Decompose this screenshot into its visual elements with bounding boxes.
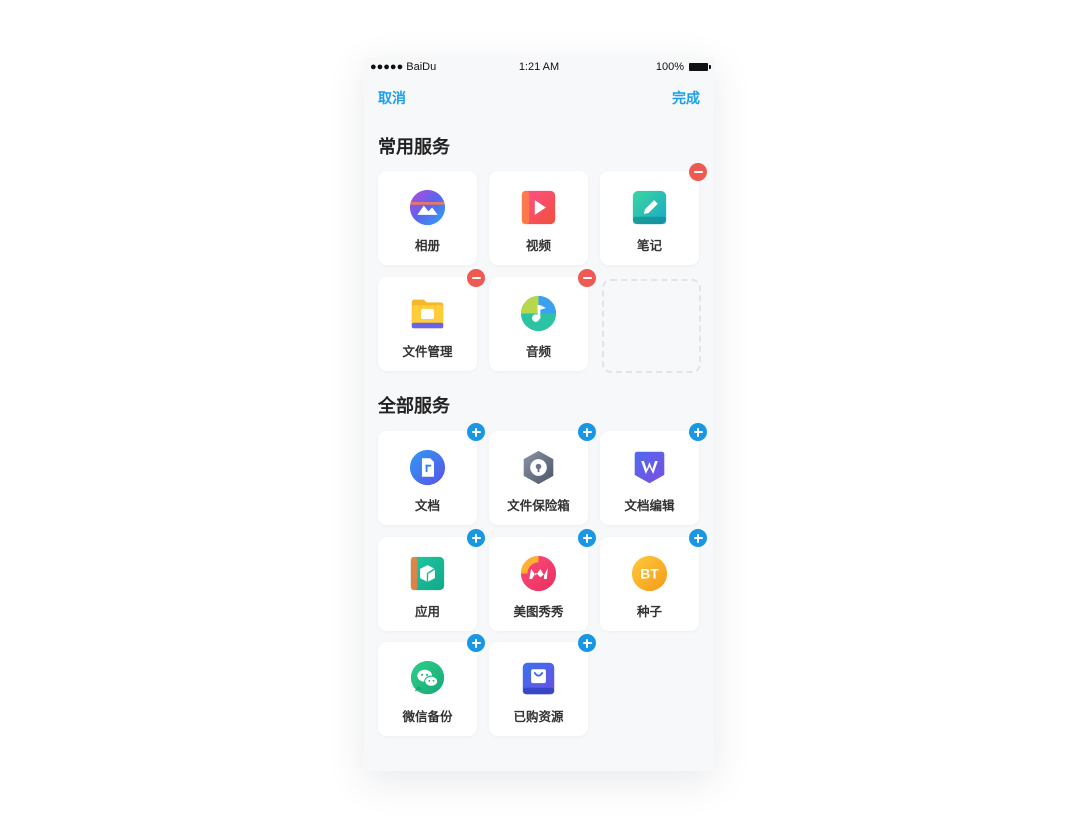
service-tile-apps[interactable]: 应用 bbox=[378, 529, 485, 631]
cancel-button[interactable]: 取消 bbox=[378, 88, 406, 108]
service-label: 已购资源 bbox=[513, 710, 564, 724]
service-tile-file-manager[interactable]: 文件管理 bbox=[378, 269, 485, 371]
torrent-icon: BT bbox=[631, 555, 668, 592]
minus-icon bbox=[471, 277, 481, 279]
apps-icon bbox=[410, 556, 445, 591]
safe-box-icon bbox=[523, 450, 554, 485]
service-label: 美图秀秀 bbox=[513, 605, 564, 619]
add-service-button[interactable] bbox=[689, 423, 707, 441]
status-bar: ●●●●● BaiDu 1:21 AM 100% bbox=[364, 57, 714, 77]
service-tile-notes[interactable]: 笔记 bbox=[600, 163, 707, 265]
purchased-icon bbox=[522, 662, 555, 695]
audio-icon bbox=[520, 295, 557, 332]
service-tile-document[interactable]: 文档 bbox=[378, 423, 485, 525]
add-service-button[interactable] bbox=[467, 634, 485, 652]
remove-service-button[interactable] bbox=[467, 269, 485, 287]
service-label: 视频 bbox=[525, 239, 551, 253]
add-service-button[interactable] bbox=[578, 423, 596, 441]
service-label: 文件管理 bbox=[402, 345, 453, 359]
phone-screen: ●●●●● BaiDu 1:21 AM 100% 取消 完成 常用服务 相册 视… bbox=[364, 57, 714, 771]
folder-icon bbox=[411, 299, 444, 329]
service-tile-audio[interactable]: 音频 bbox=[489, 269, 596, 371]
meitu-icon bbox=[520, 555, 557, 592]
service-tile-meitu[interactable]: 美图秀秀 bbox=[489, 529, 596, 631]
minus-icon bbox=[693, 171, 703, 173]
service-tile-video[interactable]: 视频 bbox=[489, 171, 588, 265]
minus-icon bbox=[582, 277, 592, 279]
add-service-button[interactable] bbox=[467, 529, 485, 547]
battery-percent: 100% bbox=[655, 61, 684, 73]
service-tile-wechat-backup[interactable]: 微信备份 bbox=[378, 634, 485, 736]
video-icon bbox=[521, 190, 556, 225]
service-tile-purchased[interactable]: 已购资源 bbox=[489, 634, 596, 736]
document-icon bbox=[409, 449, 446, 486]
service-label: 音频 bbox=[525, 345, 551, 359]
add-service-button[interactable] bbox=[689, 529, 707, 547]
add-service-button[interactable] bbox=[578, 634, 596, 652]
torrent-icon-text: BT bbox=[640, 566, 659, 582]
service-label: 相册 bbox=[414, 239, 440, 253]
service-label: 笔记 bbox=[636, 239, 662, 253]
common-services-title: 常用服务 bbox=[378, 137, 450, 157]
service-label: 文档 bbox=[414, 499, 440, 513]
add-service-button[interactable] bbox=[467, 423, 485, 441]
service-tile-torrent[interactable]: BT 种子 bbox=[600, 529, 707, 631]
add-service-button[interactable] bbox=[578, 529, 596, 547]
service-tile-doc-edit[interactable]: 文档编辑 bbox=[600, 423, 707, 525]
service-label: 种子 bbox=[636, 605, 662, 619]
service-tile-album[interactable]: 相册 bbox=[378, 171, 477, 265]
battery-indicator: 100% bbox=[655, 61, 711, 73]
battery-icon bbox=[689, 63, 711, 71]
done-button[interactable]: 完成 bbox=[672, 88, 700, 108]
empty-slot[interactable] bbox=[602, 279, 701, 373]
service-tile-safe-box[interactable]: 文件保险箱 bbox=[489, 423, 596, 525]
service-label: 文档编辑 bbox=[624, 499, 675, 513]
service-label: 应用 bbox=[414, 605, 440, 619]
remove-service-button[interactable] bbox=[689, 163, 707, 181]
all-services-title: 全部服务 bbox=[378, 396, 450, 416]
remove-service-button[interactable] bbox=[578, 269, 596, 287]
doc-edit-icon bbox=[634, 451, 665, 484]
service-label: 微信备份 bbox=[402, 710, 453, 724]
notes-icon bbox=[632, 190, 667, 225]
photo-album-icon bbox=[409, 189, 446, 226]
service-label: 文件保险箱 bbox=[507, 499, 570, 513]
wechat-backup-icon bbox=[410, 660, 445, 695]
